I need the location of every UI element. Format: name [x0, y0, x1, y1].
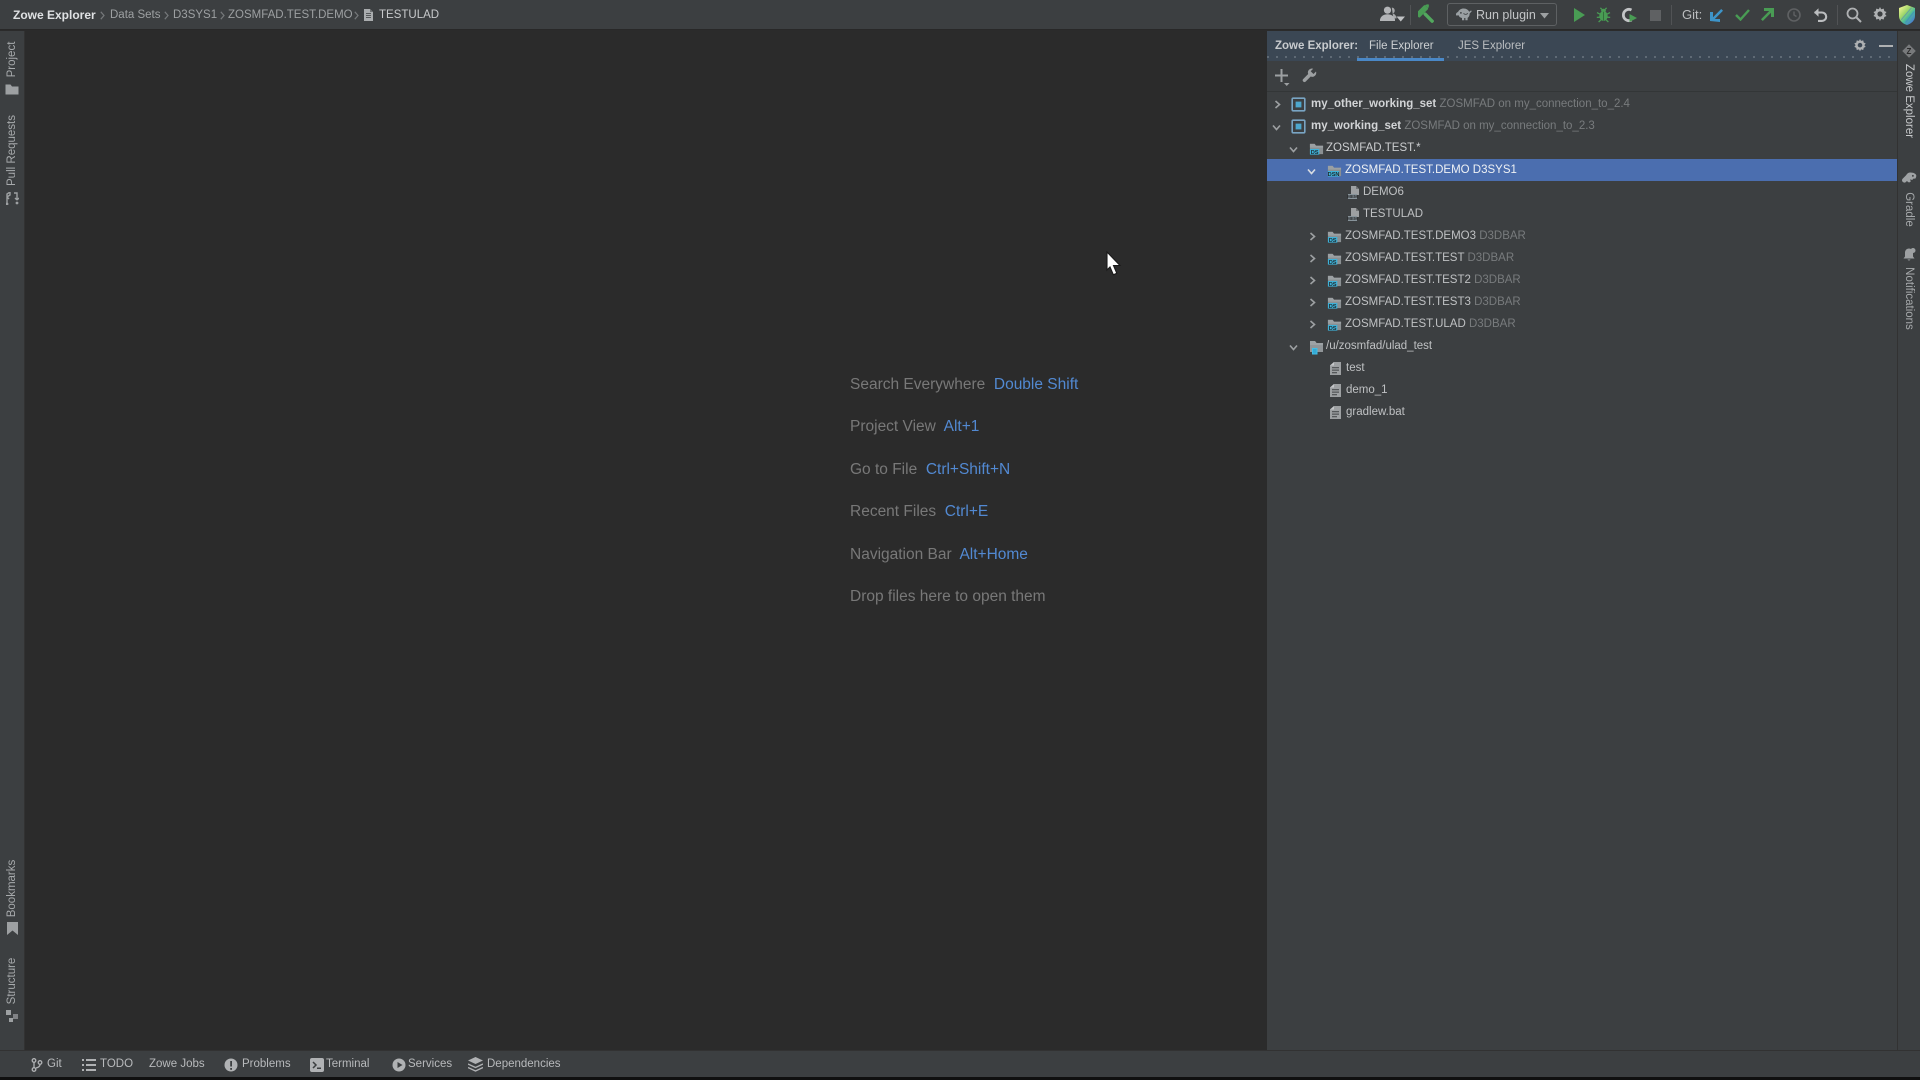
svg-text:DS: DS — [1329, 304, 1337, 310]
svg-text:DS: DS — [1329, 260, 1337, 266]
svg-text:DS: DS — [1329, 282, 1337, 288]
svg-text:DSN: DSN — [1328, 172, 1340, 178]
svg-text:MEM: MEM — [1347, 194, 1358, 199]
svg-text:DS: DS — [1329, 238, 1337, 244]
svg-text:DS: DS — [1311, 150, 1319, 156]
svg-text:Z: Z — [1907, 47, 1912, 56]
svg-text:MEM: MEM — [1347, 216, 1358, 221]
svg-text:DS: DS — [1329, 326, 1337, 332]
